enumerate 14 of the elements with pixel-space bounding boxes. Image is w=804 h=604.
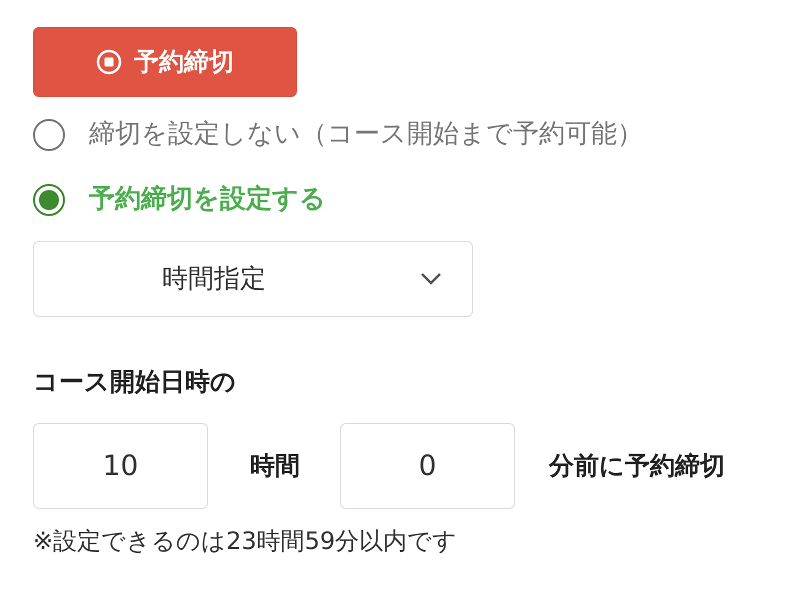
unit-label: 分前に予約締切 bbox=[549, 450, 725, 482]
unit-label: 時間 bbox=[250, 450, 300, 482]
radio-button[interactable] bbox=[33, 184, 65, 216]
option-label: 締切を設定しない（コース開始まで予約可能） bbox=[89, 118, 643, 151]
option-label: 予約締切を設定する bbox=[89, 183, 326, 216]
note-text: ※設定できるのは23時間59分以内です bbox=[33, 526, 458, 556]
stop-icon bbox=[96, 49, 122, 75]
time-select[interactable]: 時間指定 bbox=[33, 241, 473, 317]
chevron-down-icon bbox=[420, 272, 442, 286]
number-field[interactable]: 10 bbox=[33, 422, 208, 508]
offset-label: コース開始日時の bbox=[33, 366, 237, 398]
number-field[interactable]: 0 bbox=[340, 422, 515, 508]
deadline-badge: 予約締切 bbox=[33, 27, 297, 97]
radio-button[interactable] bbox=[33, 118, 65, 150]
